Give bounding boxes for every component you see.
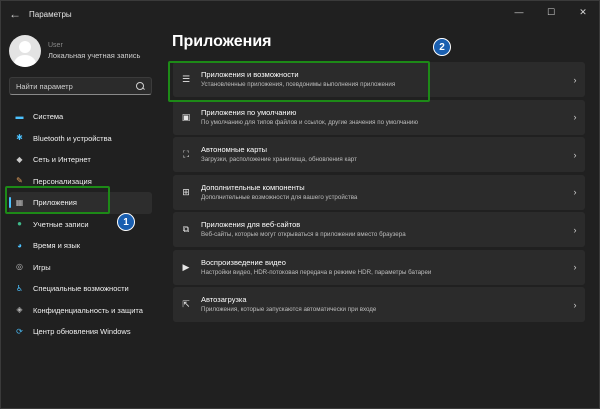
avatar bbox=[9, 35, 41, 67]
settings-card-4[interactable]: ⧉ Приложения для веб-сайтов Веб-сайты, кот… bbox=[173, 212, 585, 247]
bluetooth-icon: ✱ bbox=[16, 133, 23, 143]
sidebar-item-9[interactable]: ◈ Конфиденциальность и защита bbox=[9, 300, 152, 322]
account-type-label: Локальная учетная запись bbox=[48, 51, 141, 60]
chevron-right-icon: › bbox=[573, 74, 577, 85]
search-input[interactable]: Найти параметр bbox=[9, 77, 152, 95]
video-icon: ▶ bbox=[182, 261, 190, 272]
close-button[interactable]: ✕ bbox=[567, 1, 599, 23]
profile-name: User bbox=[48, 42, 63, 49]
annotation-badge-2: 2 bbox=[433, 38, 451, 56]
chevron-right-icon: › bbox=[573, 299, 577, 310]
card-title: Приложения по умолчанию bbox=[201, 107, 297, 117]
title-bar: ← Параметры — ☐ ✕ bbox=[1, 1, 599, 27]
window-title: Параметры bbox=[29, 9, 72, 19]
chevron-right-icon: › bbox=[573, 224, 577, 235]
chevron-right-icon: › bbox=[573, 149, 577, 160]
sidebar-item-2[interactable]: ◆ Сеть и Интернет bbox=[9, 149, 152, 171]
card-title: Приложения для веб-сайтов bbox=[201, 220, 301, 229]
settings-card-3[interactable]: ⊞ Дополнительные компоненты Дополнительные… bbox=[173, 174, 585, 210]
default-apps-icon: ▣ bbox=[181, 111, 191, 122]
sidebar-item-6[interactable]: ◕ Время и язык bbox=[9, 235, 152, 257]
sidebar-item-label: Bluetooth и устройства bbox=[33, 133, 112, 143]
settings-card-1[interactable]: ▣ Приложения по умолчанию По умолчанию для… bbox=[173, 99, 585, 135]
startup-icon: ⇱ bbox=[182, 299, 190, 309]
settings-card-2[interactable]: ⛶ Автономные карты Загрузки, расположение … bbox=[173, 137, 585, 172]
page-title: Приложения bbox=[172, 33, 272, 50]
sidebar-item-1[interactable]: ✱ Bluetooth и устройства bbox=[9, 128, 152, 150]
card-description: Настройки видео, HDR-потоковая передача … bbox=[201, 268, 432, 276]
gamepad-icon: ◎ bbox=[16, 262, 23, 272]
settings-card-5[interactable]: ▶ Воспроизведение видео Настройки видео, H… bbox=[173, 249, 585, 285]
sidebar-item-8[interactable]: ♿ Специальные возможности bbox=[9, 278, 152, 300]
chevron-right-icon: › bbox=[573, 112, 577, 122]
annotation-highlight-card bbox=[168, 61, 430, 102]
sidebar-item-10[interactable]: ⟳ Центр обновления Windows bbox=[9, 321, 152, 343]
back-arrow-icon[interactable]: ← bbox=[1, 1, 29, 27]
map-icon: ⛶ bbox=[182, 149, 190, 159]
sidebar-item-label: Сеть и Интернет bbox=[33, 155, 91, 165]
update-icon: ⟳ bbox=[16, 326, 23, 336]
sidebar-item-label: Время и язык bbox=[33, 241, 81, 251]
card-title: Воспроизведение видео bbox=[201, 257, 286, 267]
sidebar-item-label: Конфиденциальность и защита bbox=[33, 305, 143, 315]
settings-window: ← Параметры — ☐ ✕ User Локальная учетная… bbox=[0, 0, 600, 409]
card-title: Дополнительные компоненты bbox=[201, 182, 305, 192]
sidebar-item-label: Учетные записи bbox=[33, 219, 89, 229]
sidebar-item-label: Система bbox=[33, 112, 64, 122]
annotation-highlight-sidebar bbox=[5, 186, 110, 214]
sidebar-item-label: Персонализация bbox=[33, 176, 92, 186]
search-icon bbox=[136, 81, 145, 91]
minimize-button[interactable]: — bbox=[503, 1, 535, 23]
card-description: Загрузки, расположение хранилища, обновл… bbox=[201, 156, 357, 163]
web-app-icon: ⧉ bbox=[182, 224, 190, 234]
sidebar-item-label: Специальные возможности bbox=[33, 284, 129, 294]
card-description: По умолчанию для типов файлов и ссылок, … bbox=[201, 118, 418, 126]
globe-clock-icon: ◕ bbox=[17, 240, 22, 250]
brush-icon: ✎ bbox=[16, 176, 23, 186]
settings-card-6[interactable]: ⇱ Автозагрузка Приложения, которые запуска… bbox=[173, 287, 585, 322]
monitor-icon: ▬ bbox=[15, 111, 24, 121]
person-icon: ● bbox=[17, 219, 22, 229]
shield-icon: ◈ bbox=[16, 305, 23, 315]
chevron-right-icon: › bbox=[573, 187, 577, 197]
accessibility-icon: ♿ bbox=[15, 283, 24, 293]
card-description: Приложения, которые запускаются автомати… bbox=[201, 306, 377, 313]
window-controls: — ☐ ✕ bbox=[503, 1, 599, 23]
sidebar-item-0[interactable]: ▬ Система bbox=[9, 106, 152, 128]
wifi-icon: ◆ bbox=[16, 154, 23, 164]
card-title: Автозагрузка bbox=[201, 295, 247, 304]
chevron-right-icon: › bbox=[573, 262, 577, 272]
annotation-badge-1: 1 bbox=[117, 213, 135, 231]
card-title: Автономные карты bbox=[201, 145, 268, 154]
card-description: Дополнительные возможности для вашего ус… bbox=[201, 193, 358, 201]
sidebar-item-7[interactable]: ◎ Игры bbox=[9, 257, 152, 279]
components-icon: ⊞ bbox=[182, 186, 190, 197]
card-description: Веб-сайты, которые могут открываться в п… bbox=[201, 231, 406, 238]
user-profile[interactable]: User Локальная учетная запись bbox=[9, 35, 140, 67]
search-placeholder: Найти параметр bbox=[16, 81, 73, 91]
sidebar-item-label: Игры bbox=[33, 262, 51, 272]
sidebar-item-label: Центр обновления Windows bbox=[33, 327, 131, 337]
maximize-button[interactable]: ☐ bbox=[535, 1, 567, 23]
